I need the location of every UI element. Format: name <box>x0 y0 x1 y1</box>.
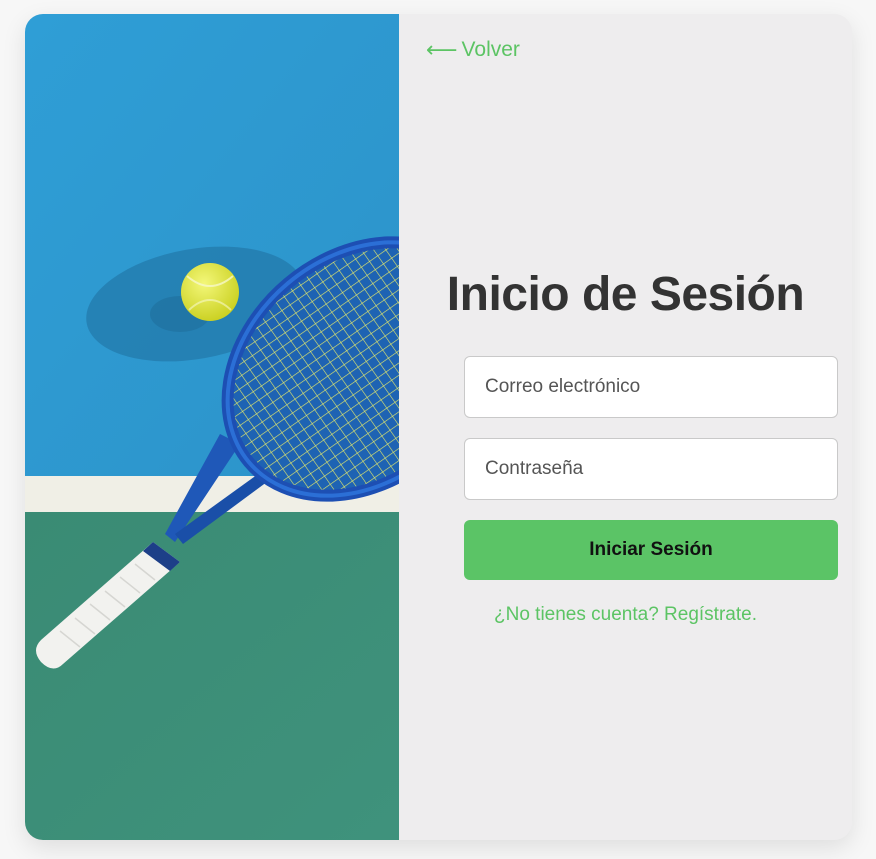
login-form-panel: ⟵ Volver Inicio de Sesión Iniciar Sesión… <box>399 14 852 840</box>
arrow-left-icon: ⟵ <box>426 37 458 62</box>
login-button[interactable]: Iniciar Sesión <box>464 520 838 580</box>
login-card: ⟵ Volver Inicio de Sesión Iniciar Sesión… <box>25 14 852 840</box>
register-link[interactable]: ¿No tienes cuenta? Regístrate. <box>399 604 852 626</box>
back-link[interactable]: ⟵ Volver <box>426 38 520 62</box>
tennis-photo <box>25 14 399 840</box>
password-field[interactable] <box>464 438 838 500</box>
page-title: Inicio de Sesión <box>446 268 805 321</box>
email-field[interactable] <box>464 356 838 418</box>
back-link-label: Volver <box>461 38 520 61</box>
